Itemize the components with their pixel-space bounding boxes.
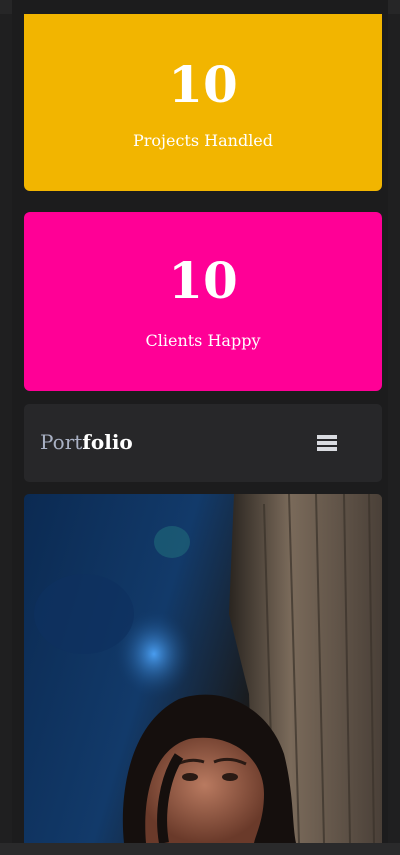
stat-card-projects: 10 Projects Handled <box>24 14 382 191</box>
stat-number: 10 <box>168 55 238 114</box>
portfolio-header: Portfolio <box>24 404 382 482</box>
menu-button[interactable] <box>314 432 340 454</box>
logo-part-2: folio <box>82 430 133 454</box>
portrait-image <box>24 494 382 843</box>
stat-card-clients: 10 Clients Happy <box>24 212 382 391</box>
portfolio-logo[interactable]: Portfolio <box>40 429 133 455</box>
portfolio-photo[interactable] <box>24 494 382 843</box>
stat-label: Clients Happy <box>145 331 261 350</box>
page-content: 10 Projects Handled 10 Clients Happy Por… <box>12 0 388 843</box>
bottom-window-edge <box>0 843 400 855</box>
hamburger-menu-icon <box>317 435 337 451</box>
stat-number: 10 <box>168 251 238 310</box>
logo-part-1: Port <box>40 430 83 454</box>
stat-label: Projects Handled <box>132 131 274 150</box>
